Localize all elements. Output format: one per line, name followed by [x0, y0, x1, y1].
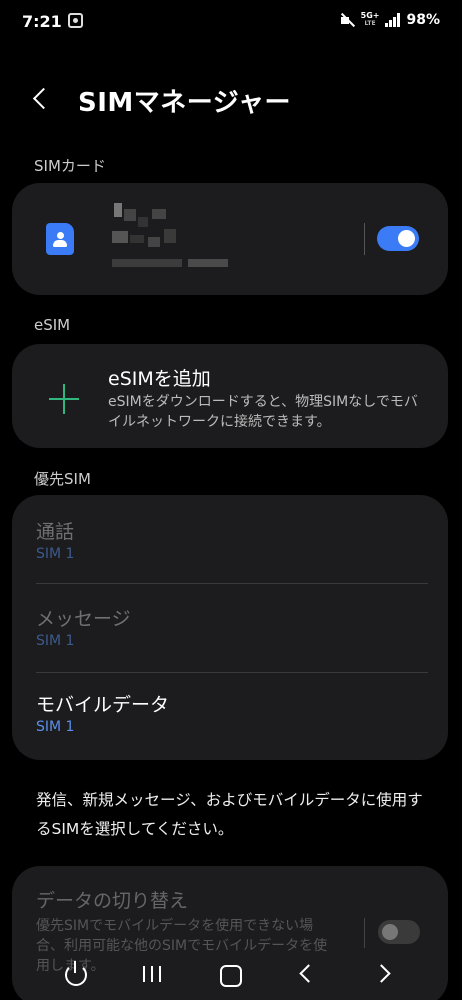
network-type: 5G+ LTE	[361, 12, 380, 28]
toggle-knob	[382, 924, 398, 940]
screen-capture-icon	[68, 13, 83, 28]
mobile-data-title: モバイルデータ	[36, 694, 170, 716]
toggle-knob	[398, 230, 415, 247]
sim-card-icon	[46, 223, 74, 255]
messages-value: SIM 1	[36, 633, 75, 649]
toggle-divider	[364, 918, 365, 948]
calls-value: SIM 1	[36, 546, 75, 562]
battery-level: 98%	[406, 12, 440, 28]
section-label-sim-card: SIMカード	[34, 157, 106, 175]
preferred-sim-messages[interactable]: メッセージ SIM 1	[12, 584, 448, 672]
network-sub-label: LTE	[364, 20, 376, 27]
recent-apps-icon[interactable]	[134, 956, 170, 992]
calls-title: 通話	[36, 521, 75, 543]
preferred-sim-calls[interactable]: 通話 SIM 1	[12, 495, 448, 583]
preferred-sim-mobile-data[interactable]: モバイルデータ SIM 1	[12, 673, 448, 761]
forward-icon[interactable]	[366, 956, 402, 992]
toggle-divider	[364, 223, 365, 255]
back-icon[interactable]	[30, 87, 52, 109]
home-icon[interactable]	[212, 956, 248, 992]
add-esim-title: eSIMを追加	[108, 368, 211, 390]
sim-card-toggle[interactable]	[377, 226, 419, 251]
nav-back-icon[interactable]	[288, 956, 324, 992]
status-icons: 5G+ LTE 98%	[339, 12, 440, 28]
section-label-esim: eSIM	[34, 316, 71, 334]
messages-title: メッセージ	[36, 608, 131, 630]
add-esim-description: eSIMをダウンロードすると、物理SIMなしでモバイルネットワークに接続できます…	[108, 394, 418, 430]
network-label: 5G+	[360, 11, 380, 20]
power-icon[interactable]	[58, 956, 94, 992]
header: SIMマネージャー	[0, 68, 462, 128]
add-esim-button[interactable]: eSIMを追加 eSIMをダウンロードすると、物理SIMなしでモバイルネットワー…	[12, 344, 448, 448]
preferred-sim-card: 通話 SIM 1 メッセージ SIM 1 モバイルデータ SIM 1	[12, 495, 448, 760]
plus-icon	[49, 384, 79, 414]
data-switching-title: データの切り替え	[36, 890, 189, 912]
data-switching-toggle[interactable]	[378, 920, 420, 944]
mobile-data-value: SIM 1	[36, 719, 75, 735]
navigation-bar	[0, 946, 462, 1000]
section-label-preferred-sim: 優先SIM	[34, 470, 91, 488]
status-time: 7:21	[22, 12, 62, 31]
sim-card-item[interactable]	[12, 183, 448, 295]
preferred-sim-note: 発信、新規メッセージ、およびモバイルデータに使用するSIMを選択してください。	[36, 791, 423, 838]
mute-icon	[339, 12, 355, 28]
status-bar: 7:21 5G+ LTE 98%	[0, 0, 462, 44]
signal-icon	[385, 13, 401, 27]
page-title: SIMマネージャー	[78, 88, 291, 118]
